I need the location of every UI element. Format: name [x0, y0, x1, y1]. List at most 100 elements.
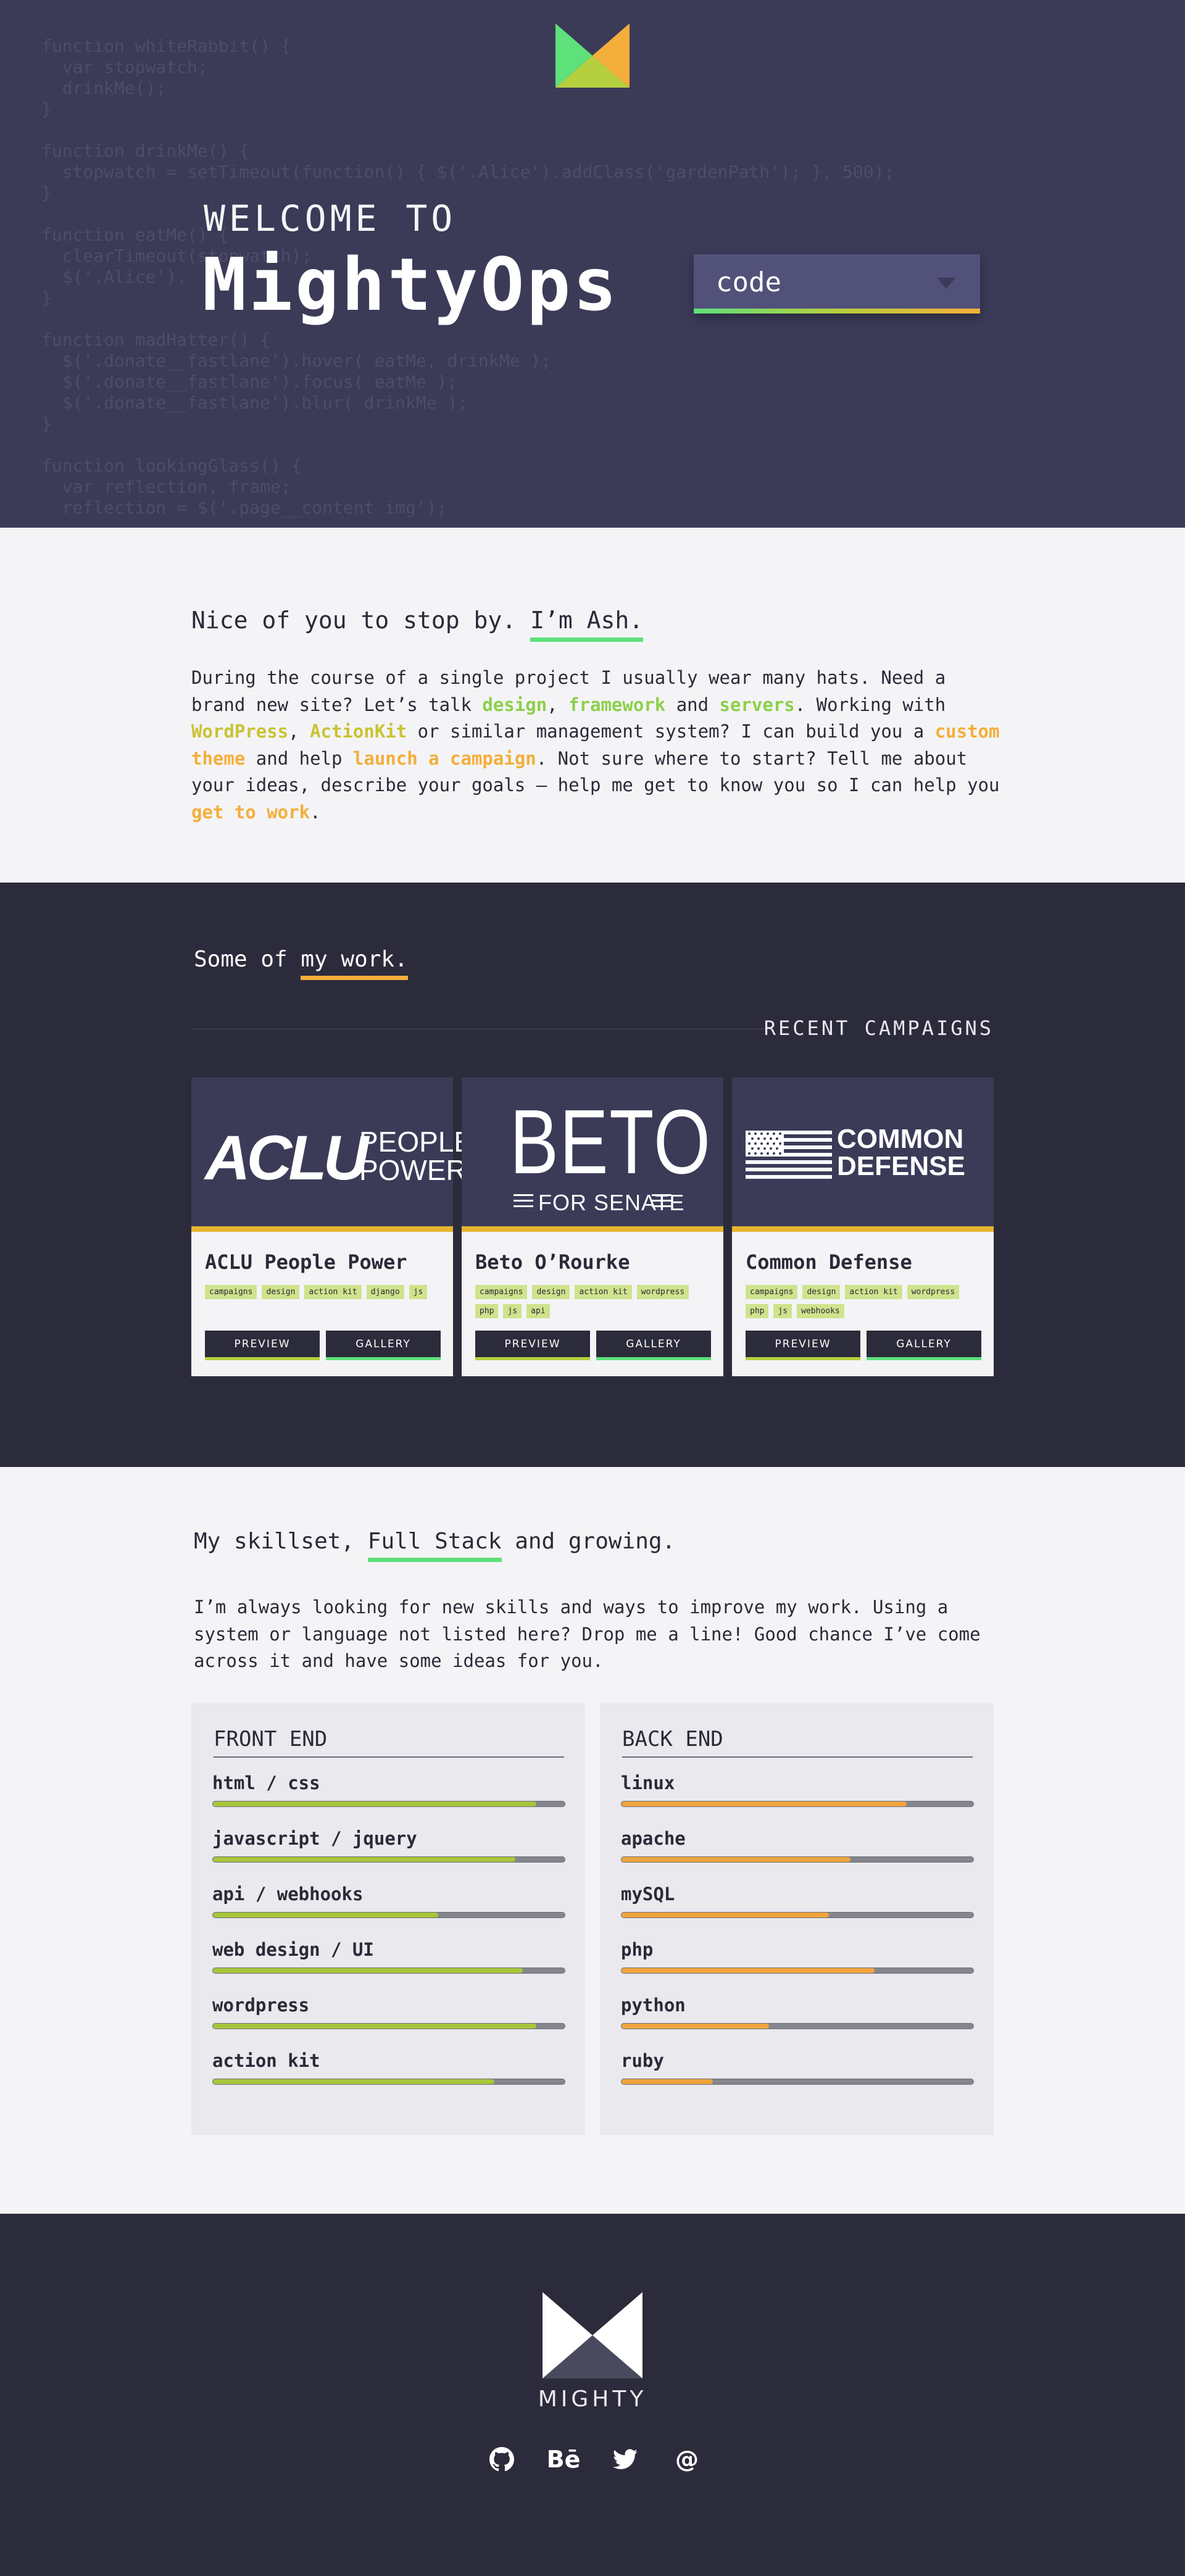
intro-text-2: . Working with [794, 694, 946, 715]
skill-bar-track [212, 1967, 565, 1974]
tag-list: campaigns design action kit wordpress ph… [475, 1285, 716, 1318]
aclu-logo-main: ACLU [205, 1123, 368, 1193]
mighty-logo-icon[interactable] [555, 23, 630, 88]
common-defense-logo-line2: DEFENSE [837, 1151, 965, 1181]
skill-bar-fill [213, 1968, 523, 1973]
skills-heading-highlight: Full Stack [367, 1529, 502, 1562]
skill-bar-fill [622, 1857, 850, 1862]
skill-bar-fill [622, 1801, 907, 1806]
github-icon[interactable] [486, 2443, 518, 2475]
skill-item: action kit [212, 2050, 565, 2085]
tag: design [802, 1285, 841, 1299]
skill-item: mySQL [621, 1884, 974, 1918]
card-logo-area: ACLU PEOPLE POWER [191, 1078, 473, 1232]
skill-name: php [621, 1939, 654, 1960]
skill-name: python [621, 1995, 686, 2016]
skill-bar-track [621, 1801, 974, 1807]
tag: action kit [845, 1285, 902, 1299]
intro-heading-text: Nice of you to stop by. [191, 607, 531, 634]
skill-name: ruby [621, 2050, 664, 2071]
skill-name: linux [621, 1772, 675, 1793]
intro-heading: Nice of you to stop by. I’m Ash. [191, 607, 644, 642]
gallery-button[interactable]: GALLERY [326, 1331, 441, 1360]
skill-bar-fill [213, 1913, 438, 1917]
gallery-button[interactable]: GALLERY [867, 1331, 981, 1360]
aclu-logo-sub2: POWER [359, 1154, 467, 1186]
skill-item: wordpress [212, 1995, 565, 2029]
beto-logo-main: BETO [510, 1091, 712, 1193]
skill-item: python [621, 1995, 974, 2029]
preview-button[interactable]: PREVIEW [475, 1331, 590, 1360]
skill-bar-track [621, 1856, 974, 1863]
tag: js [503, 1304, 522, 1318]
skill-bar-track [212, 1856, 565, 1863]
tag: wordpress [907, 1285, 960, 1299]
tag: api [526, 1304, 550, 1318]
intro-comma-2: , [288, 721, 310, 742]
card-title: Common Defense [746, 1250, 912, 1274]
behance-icon[interactable]: Bē [547, 2443, 581, 2475]
common-defense-logo-line1: COMMON [837, 1124, 964, 1154]
mighty-logo-icon[interactable] [543, 2292, 642, 2379]
twitter-icon[interactable] [609, 2443, 641, 2475]
skill-bar-fill [622, 1913, 830, 1917]
hl-framework: framework [568, 694, 666, 715]
tag-list: campaigns design action kit wordpress ph… [746, 1285, 986, 1318]
beto-logo-lines-right [652, 1194, 672, 1196]
campaign-card-aclu: ACLU PEOPLE POWER ACLU People Power camp… [191, 1078, 473, 1376]
intro-and-1: and [665, 694, 720, 715]
twitter-glyph [613, 2449, 638, 2469]
preview-button[interactable]: PREVIEW [746, 1331, 860, 1360]
welcome-text: WELCOME TO [204, 197, 457, 239]
tag: wordpress [636, 1285, 689, 1299]
chevron-down-icon [937, 278, 955, 289]
work-heading: Some of my work. [194, 947, 408, 980]
skill-bar-fill [622, 2024, 770, 2029]
hl-get-to-work: get to work [191, 801, 310, 823]
footer-brand-name: MIGHTY [538, 2387, 647, 2412]
preview-button[interactable]: PREVIEW [205, 1331, 320, 1360]
skill-bar-fill [213, 1801, 537, 1806]
skill-bar-fill [213, 1857, 516, 1862]
campaign-card-beto: BETO FOR SENATE Beto O’Rourke campaigns … [462, 1078, 723, 1376]
us-flag-icon [746, 1131, 832, 1180]
skill-name: api / webhooks [212, 1884, 364, 1905]
tag: js [773, 1304, 792, 1318]
skill-bar-fill [213, 2079, 494, 2084]
aclu-logo-sub1: PEOPLE [359, 1126, 473, 1158]
skill-item: javascript / jquery [212, 1828, 565, 1863]
tag: php [746, 1304, 769, 1318]
skill-bar-track [621, 1912, 974, 1918]
card-actions: PREVIEW GALLERY [746, 1331, 981, 1360]
skill-name: mySQL [621, 1884, 675, 1905]
role-select[interactable]: code [694, 254, 980, 314]
recent-campaigns-divider: RECENT CAMPAIGNS [191, 1016, 994, 1041]
tag: webhooks [797, 1304, 844, 1318]
skill-name: wordpress [212, 1995, 310, 2016]
at-icon[interactable]: @ [671, 2443, 703, 2475]
tag: js [409, 1285, 428, 1299]
recent-campaigns-label: RECENT CAMPAIGNS [763, 1016, 994, 1040]
front-end-panel: FRONT END html / css javascript / jquery a… [191, 1703, 585, 2135]
gallery-button[interactable]: GALLERY [596, 1331, 711, 1360]
skill-bar-fill [213, 2024, 537, 2029]
footer: MIGHTY Bē @ [0, 2214, 1185, 2576]
skill-bar-fill [622, 1968, 875, 1973]
skill-bar-track [621, 2023, 974, 2029]
skill-item: apache [621, 1828, 974, 1863]
skills-heading-text: My skillset, [194, 1529, 368, 1554]
github-glyph [489, 2447, 514, 2472]
tag-list: campaigns design action kit django js [205, 1285, 446, 1299]
skill-bar-track [212, 1801, 565, 1807]
skill-bar-track [621, 2079, 974, 2085]
role-select-value: code [716, 267, 781, 298]
skill-bar-track [212, 1912, 565, 1918]
work-heading-text: Some of [194, 947, 301, 972]
hl-design: design [482, 694, 547, 715]
skill-item: web design / UI [212, 1939, 565, 1974]
skills-heading: My skillset, Full Stack and growing. [194, 1529, 675, 1562]
tag: campaigns [746, 1285, 798, 1299]
skill-item: ruby [621, 2050, 974, 2085]
intro-section: Nice of you to stop by. I’m Ash. During … [0, 528, 1185, 883]
campaign-card-common-defense: COMMON DEFENSE Common Defense campaigns … [732, 1078, 994, 1376]
